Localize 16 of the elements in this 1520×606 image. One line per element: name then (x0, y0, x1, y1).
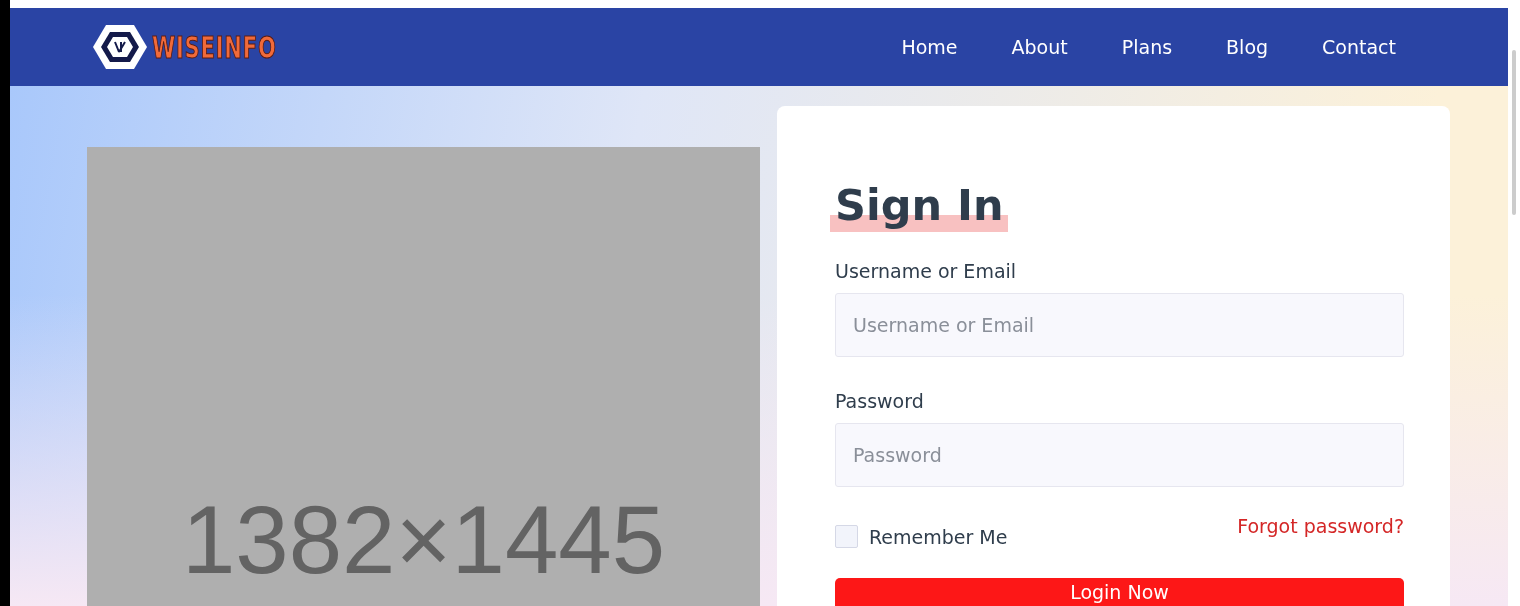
scrollbar-thumb[interactable] (1512, 50, 1516, 215)
image-size-text: 1382×1445 (181, 485, 666, 595)
input-field[interactable]: Password (835, 423, 1404, 487)
nav-link[interactable]: Plans (1094, 36, 1200, 58)
forgot-password-link[interactable]: Forgot password? (1237, 515, 1404, 537)
remember-label: Remember Me (869, 525, 1008, 548)
nav-link[interactable]: Home (874, 36, 985, 58)
nav-link[interactable]: Blog (1199, 36, 1296, 58)
field-label: Username or Email (835, 260, 1018, 282)
logo-icon (92, 24, 148, 70)
remember-checkbox[interactable] (835, 525, 858, 548)
nav-link[interactable]: Contact (1295, 36, 1423, 58)
input-field[interactable]: Username or Email (835, 293, 1404, 357)
field-label: Password (835, 390, 925, 412)
login-button[interactable]: Login Now (835, 578, 1404, 606)
nav-link[interactable]: About (984, 36, 1095, 58)
